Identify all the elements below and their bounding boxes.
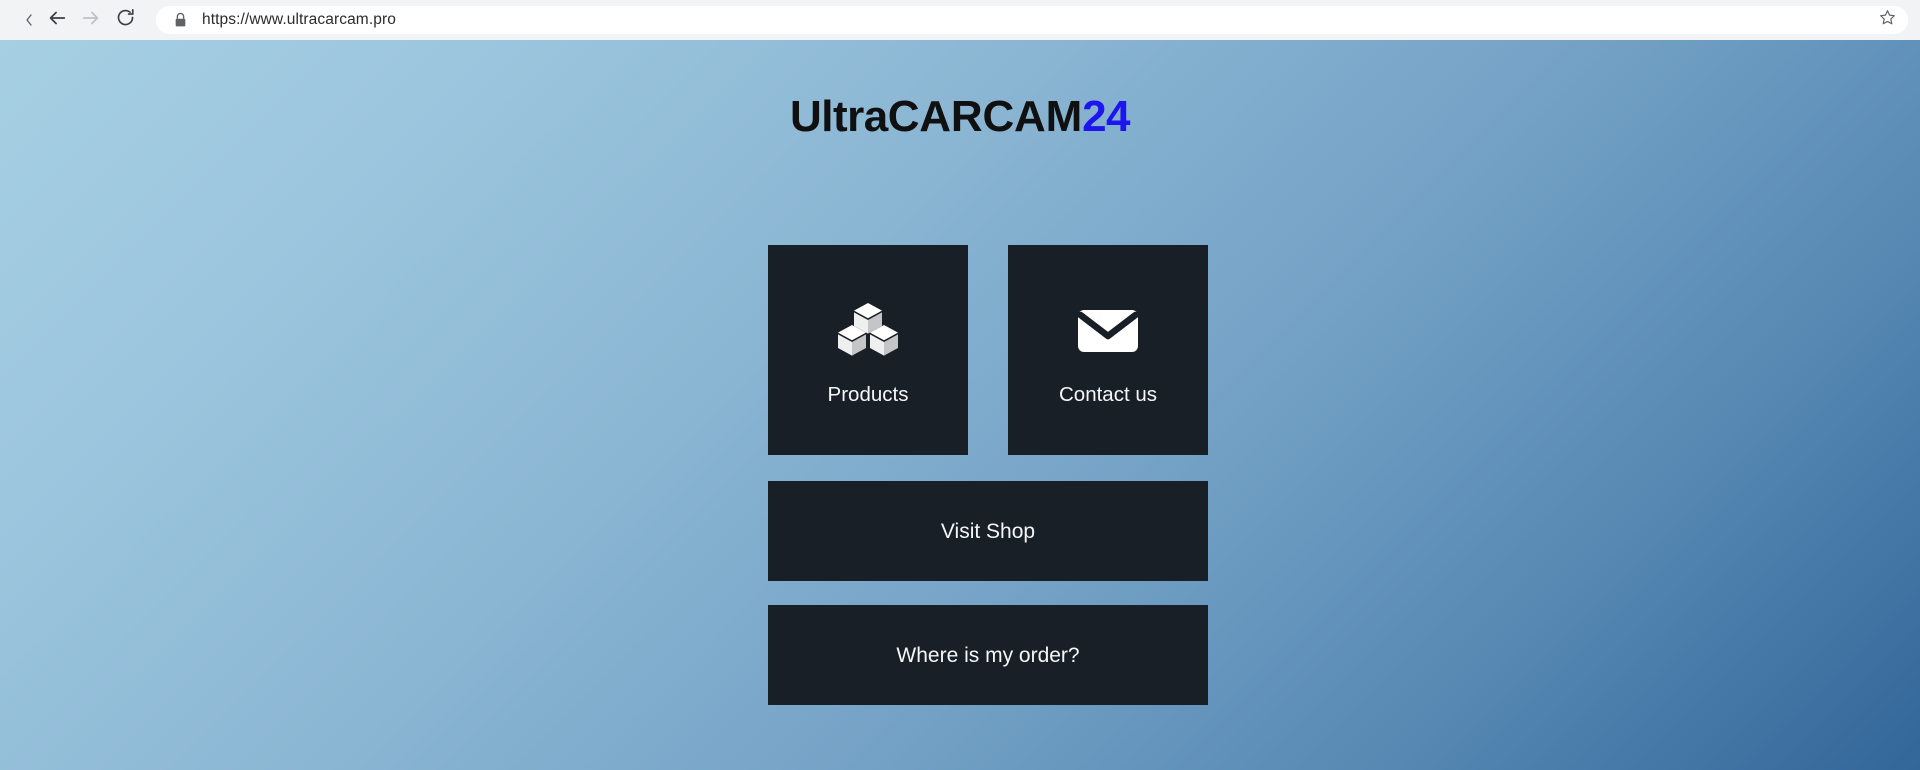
chevron-left-icon[interactable]: [18, 3, 40, 37]
where-is-my-order-button[interactable]: Where is my order?: [768, 605, 1208, 705]
back-button[interactable]: [40, 3, 74, 37]
logo-part-24: 24: [1082, 92, 1131, 141]
where-is-my-order-label: Where is my order?: [896, 643, 1080, 667]
lock-icon[interactable]: [170, 10, 190, 30]
url-text[interactable]: https://www.ultracarcam.pro: [202, 6, 1874, 34]
star-outline-icon: [1878, 8, 1897, 32]
visit-shop-label: Visit Shop: [940, 519, 1036, 543]
tile-contact-us[interactable]: Contact us: [1008, 245, 1208, 455]
page-viewport: UltraCARCAM24 Products Contact us Visit …: [0, 40, 1920, 770]
tile-contact-us-label: Contact us: [1059, 382, 1157, 406]
envelope-icon: [1072, 295, 1144, 367]
bookmark-button[interactable]: [1874, 7, 1900, 33]
forward-button[interactable]: [74, 3, 108, 37]
address-bar[interactable]: https://www.ultracarcam.pro: [156, 6, 1908, 34]
forward-arrow-icon: [80, 7, 102, 34]
tile-products-label: Products: [827, 382, 909, 406]
site-logo: UltraCARCAM24: [0, 95, 1920, 139]
back-arrow-icon: [46, 7, 68, 34]
visit-shop-button[interactable]: Visit Shop: [768, 481, 1208, 581]
tile-products[interactable]: Products: [768, 245, 968, 455]
boxes-icon: [832, 295, 904, 367]
reload-icon: [115, 7, 136, 33]
logo-part-ultra: Ultra: [789, 92, 888, 141]
logo-part-carcam: CARCAM: [887, 92, 1083, 141]
browser-toolbar: https://www.ultracarcam.pro: [0, 0, 1920, 40]
reload-button[interactable]: [108, 3, 142, 37]
browser-window: https://www.ultracarcam.pro UltraCARCAM2…: [0, 0, 1920, 770]
tiles-row: Products Contact us: [768, 245, 1208, 455]
